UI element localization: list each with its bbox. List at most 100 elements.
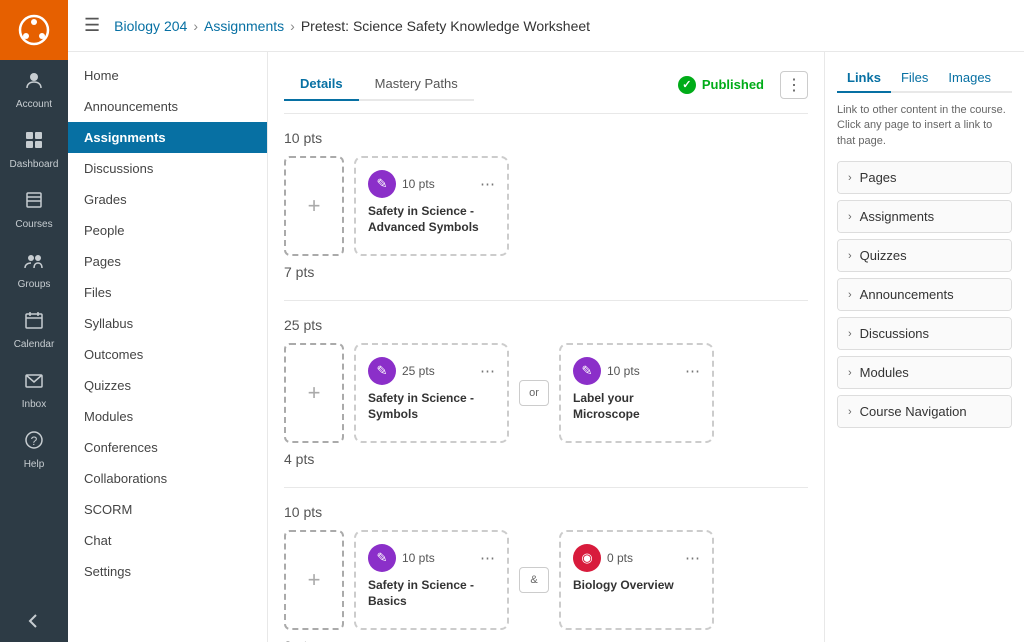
nav-home[interactable]: Home <box>68 60 267 91</box>
group3-pts: 10 pts <box>284 504 808 520</box>
breadcrumb-section[interactable]: Assignments <box>204 18 284 34</box>
nav-quizzes[interactable]: Quizzes <box>68 370 267 401</box>
card3b-menu[interactable]: ⋯ <box>685 549 700 567</box>
sidebar-item-calendar-label: Calendar <box>14 339 55 350</box>
right-tab-files[interactable]: Files <box>891 64 938 93</box>
nav-assignments[interactable]: Assignments <box>68 122 267 153</box>
card3b-title: Biology Overview <box>573 578 700 594</box>
assignment-card-1[interactable]: ✎ 10 pts ⋯ Safety in Science - Advanced … <box>354 156 509 256</box>
rp-section-announcements-header[interactable]: › Announcements <box>838 279 1011 310</box>
right-panel-tabs: Links Files Images <box>837 64 1012 93</box>
calendar-icon <box>24 310 44 335</box>
breadcrumb-course[interactable]: Biology 204 <box>114 18 187 34</box>
add-assignment-btn-1[interactable]: + <box>284 156 344 256</box>
assignment-row-1: + ✎ 10 pts ⋯ Safety in Science - Advance… <box>284 156 808 256</box>
assignment-group-2: 25 pts + ✎ 25 pts ⋯ Safety in Science - … <box>284 317 808 467</box>
rp-section-pages-label: Pages <box>860 170 897 185</box>
card2b-menu[interactable]: ⋯ <box>685 362 700 380</box>
nav-pages[interactable]: Pages <box>68 246 267 277</box>
group1-pts: 10 pts <box>284 130 808 146</box>
tab-mastery-paths[interactable]: Mastery Paths <box>359 68 474 101</box>
published-dot: ✓ <box>678 76 696 94</box>
assignment-card-3b[interactable]: ◉ 0 pts ⋯ Biology Overview <box>559 530 714 630</box>
inbox-icon <box>24 370 44 395</box>
assignment-card-2b[interactable]: ✎ 10 pts ⋯ Label your Microscope <box>559 343 714 443</box>
sidebar-item-courses-label: Courses <box>15 219 52 230</box>
nav-modules[interactable]: Modules <box>68 401 267 432</box>
nav-grades[interactable]: Grades <box>68 184 267 215</box>
rp-section-discussions-label: Discussions <box>860 326 929 341</box>
rp-section-course-navigation-header[interactable]: › Course Navigation <box>838 396 1011 427</box>
sidebar-collapse[interactable] <box>0 600 68 642</box>
add-assignment-btn-3[interactable]: + <box>284 530 344 630</box>
nav-discussions[interactable]: Discussions <box>68 153 267 184</box>
rp-section-announcements[interactable]: › Announcements <box>837 278 1012 311</box>
add-assignment-btn-2[interactable]: + <box>284 343 344 443</box>
nav-people[interactable]: People <box>68 215 267 246</box>
nav-chat[interactable]: Chat <box>68 525 267 556</box>
nav-settings[interactable]: Settings <box>68 556 267 587</box>
sidebar-item-courses[interactable]: Courses <box>0 180 68 240</box>
account-icon <box>24 70 44 95</box>
nav-syllabus[interactable]: Syllabus <box>68 308 267 339</box>
rp-section-discussions[interactable]: › Discussions <box>837 317 1012 350</box>
divider-1 <box>284 300 808 301</box>
group2-pts: 25 pts <box>284 317 808 333</box>
groups-icon <box>24 250 44 275</box>
right-tab-links[interactable]: Links <box>837 64 891 93</box>
nav-conferences[interactable]: Conferences <box>68 432 267 463</box>
rp-section-quizzes-header[interactable]: › Quizzes <box>838 240 1011 271</box>
card1-title: Safety in Science - Advanced Symbols <box>368 204 495 235</box>
card3a-icon-pts: ✎ 10 pts <box>368 544 435 572</box>
tabs: Details Mastery Paths <box>284 68 474 101</box>
card2b-icon-pts: ✎ 10 pts <box>573 357 640 385</box>
rp-section-assignments[interactable]: › Assignments <box>837 200 1012 233</box>
card2a-pts: 25 pts <box>402 364 435 378</box>
rp-section-discussions-header[interactable]: › Discussions <box>838 318 1011 349</box>
sidebar-item-inbox-label: Inbox <box>22 399 46 410</box>
sidebar-item-help[interactable]: ? Help <box>0 420 68 480</box>
assignment-card-2a[interactable]: ✎ 25 pts ⋯ Safety in Science - Symbols <box>354 343 509 443</box>
sidebar-item-calendar[interactable]: Calendar <box>0 300 68 360</box>
svg-text:?: ? <box>31 434 38 448</box>
nav-files[interactable]: Files <box>68 277 267 308</box>
rp-section-assignments-label: Assignments <box>860 209 934 224</box>
card2a-menu[interactable]: ⋯ <box>480 362 495 380</box>
rp-section-pages[interactable]: › Pages <box>837 161 1012 194</box>
rp-section-assignments-header[interactable]: › Assignments <box>838 201 1011 232</box>
assignment-card-3a[interactable]: ✎ 10 pts ⋯ Safety in Science - Basics <box>354 530 509 630</box>
breadcrumb: Biology 204 › Assignments › Pretest: Sci… <box>114 18 590 34</box>
app-logo[interactable] <box>0 0 68 60</box>
rp-section-modules-label: Modules <box>860 365 909 380</box>
sidebar-item-dashboard[interactable]: Dashboard <box>0 120 68 180</box>
chevron-assignments: › <box>848 211 852 223</box>
right-tab-images[interactable]: Images <box>938 64 1001 93</box>
main-content: Details Mastery Paths ✓ Published ⋮ 10 p… <box>268 52 824 642</box>
card3a-menu[interactable]: ⋯ <box>480 549 495 567</box>
sidebar-item-groups[interactable]: Groups <box>0 240 68 300</box>
card2a-header: ✎ 25 pts ⋯ <box>368 357 495 385</box>
nav-scorm[interactable]: SCORM <box>68 494 267 525</box>
rp-section-modules[interactable]: › Modules <box>837 356 1012 389</box>
nav-announcements[interactable]: Announcements <box>68 91 267 122</box>
assignment-row-2: + ✎ 25 pts ⋯ Safety in Science - Symbols… <box>284 343 808 443</box>
card1-icon: ✎ <box>368 170 396 198</box>
hamburger-menu[interactable]: ☰ <box>84 15 100 36</box>
sidebar-item-account[interactable]: Account <box>0 60 68 120</box>
tab-details[interactable]: Details <box>284 68 359 101</box>
nav-collaborations[interactable]: Collaborations <box>68 463 267 494</box>
kebab-menu-button[interactable]: ⋮ <box>780 71 808 99</box>
sidebar-item-account-label: Account <box>16 99 52 110</box>
rp-section-course-navigation[interactable]: › Course Navigation <box>837 395 1012 428</box>
rp-section-quizzes[interactable]: › Quizzes <box>837 239 1012 272</box>
card3b-header: ◉ 0 pts ⋯ <box>573 544 700 572</box>
rp-section-modules-header[interactable]: › Modules <box>838 357 1011 388</box>
connector-or: or <box>519 380 549 406</box>
rp-section-pages-header[interactable]: › Pages <box>838 162 1011 193</box>
top-bar: ☰ Biology 204 › Assignments › Pretest: S… <box>68 0 1024 52</box>
card1-menu[interactable]: ⋯ <box>480 175 495 193</box>
sidebar-item-inbox[interactable]: Inbox <box>0 360 68 420</box>
published-label: Published <box>702 77 764 92</box>
nav-outcomes[interactable]: Outcomes <box>68 339 267 370</box>
sidebar-item-dashboard-label: Dashboard <box>10 159 59 170</box>
